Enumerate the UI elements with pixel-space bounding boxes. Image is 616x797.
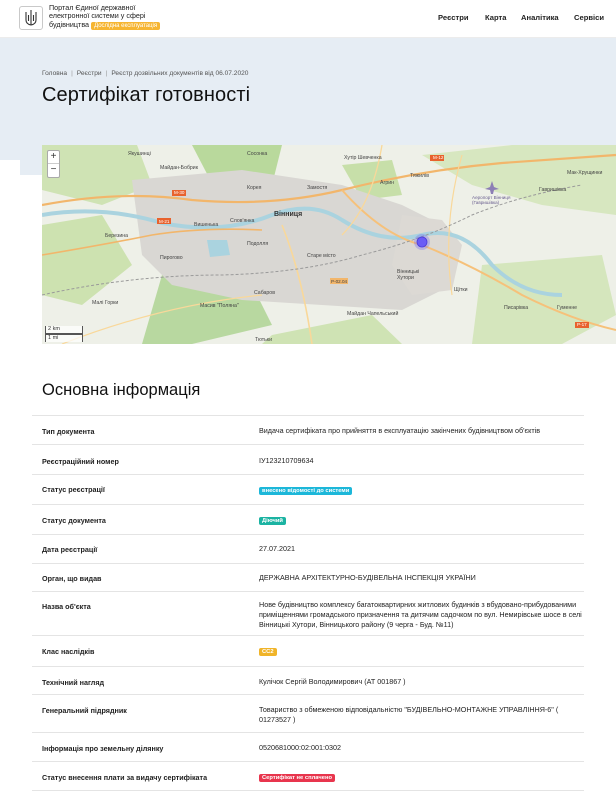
scale-mi: 1 mi bbox=[45, 334, 83, 342]
map-label: Замостя bbox=[307, 185, 328, 191]
nav-services[interactable]: Сервіси bbox=[574, 13, 604, 25]
table-row: Клас наслідків СС2 bbox=[32, 635, 584, 666]
map-label: Р-17 bbox=[577, 322, 587, 327]
row-value: Нове будівництво комплексу багатоквартир… bbox=[259, 600, 582, 629]
map-label: Тяжилів bbox=[410, 173, 429, 179]
map-label: Майдан-Бобрик bbox=[160, 165, 198, 171]
map-label: Старе місто bbox=[307, 253, 336, 259]
row-label: Інформація про земельну ділянку bbox=[42, 744, 164, 753]
row-label: Дата реєстрації bbox=[42, 545, 98, 554]
row-label: Клас наслідків bbox=[42, 647, 95, 656]
trident-icon bbox=[25, 10, 37, 26]
map-label: Якушинці bbox=[128, 151, 151, 157]
location-map[interactable]: Якушинці Сосонка Хутір Шевченка М-12 Май… bbox=[42, 145, 616, 344]
map-label: Слов'янка bbox=[230, 218, 255, 224]
breadcrumb-current: Реєстр дозвільних документів від 06.07.2… bbox=[111, 70, 249, 77]
row-value: Кулічок Сергій Володимирович (АТ 001867 … bbox=[259, 677, 406, 686]
row-value: 0520681000:02:001:0302 bbox=[259, 743, 341, 752]
map-label: М-30 bbox=[174, 190, 185, 195]
map-label: Сабаров bbox=[254, 290, 275, 296]
map-scale: 2 km 1 mi bbox=[45, 326, 83, 342]
row-label: Статус документа bbox=[42, 516, 106, 525]
payment-status-badge: Сертифікат не сплачено bbox=[259, 774, 335, 782]
map-label: Майдан Чапельський bbox=[347, 311, 399, 317]
site-header: Портал Єдиної державної електронної сист… bbox=[0, 0, 616, 38]
zoom-in-button[interactable]: + bbox=[48, 151, 59, 164]
nav-map[interactable]: Карта bbox=[485, 13, 506, 25]
table-row: Назва об'єкта Нове будівництво комплексу… bbox=[32, 591, 584, 635]
map-label: Вінницькі Хутори bbox=[397, 269, 420, 281]
map-label: Вінниця bbox=[274, 211, 303, 218]
row-value: Товариство з обмеженою відповідальністю … bbox=[259, 705, 559, 724]
row-label: Реєстраційний номер bbox=[42, 457, 119, 466]
map-label: Подолля bbox=[247, 241, 269, 247]
row-value: ІУ123210709634 bbox=[259, 456, 314, 465]
scale-km: 2 km bbox=[45, 326, 83, 334]
map-label: Пирогово bbox=[160, 255, 183, 261]
nav-registries[interactable]: Реєстри bbox=[438, 13, 469, 25]
table-row: Статус внесення плати за видачу сертифік… bbox=[32, 761, 584, 791]
nav-analytics[interactable]: Аналітика bbox=[521, 13, 559, 25]
row-label: Генеральний підрядник bbox=[42, 706, 127, 715]
row-value: Видача сертифіката про прийняття в експл… bbox=[259, 426, 541, 435]
map-label: Малі Горки bbox=[92, 300, 119, 306]
breadcrumb-home[interactable]: Головна bbox=[42, 70, 67, 77]
table-row: Реєстраційний номер ІУ123210709634 bbox=[32, 444, 584, 474]
map-label: Щітки bbox=[454, 287, 468, 293]
map-label: М-12 bbox=[433, 155, 444, 160]
brand-line-3: будівництва bbox=[49, 19, 90, 29]
beta-badge: Дослідна експлуатація bbox=[91, 21, 161, 30]
map-label: Масив "Поляна" bbox=[200, 303, 239, 309]
ukraine-trident-logo[interactable] bbox=[19, 6, 43, 30]
map-label: М-21 bbox=[159, 219, 170, 224]
row-value: ДЕРЖАВНА АРХІТЕКТУРНО-БУДІВЕЛЬНА ІНСПЕКЦ… bbox=[259, 573, 476, 582]
breadcrumb-registries[interactable]: Реєстри bbox=[77, 70, 102, 77]
row-label: Орган, що видав bbox=[42, 574, 102, 583]
table-row: Технічний нагляд Кулічок Сергій Володими… bbox=[32, 666, 584, 694]
section-title: Основна інформація bbox=[42, 381, 201, 399]
row-label: Технічний нагляд bbox=[42, 678, 105, 687]
document-status-badge: Діючий bbox=[259, 517, 286, 525]
map-label: Гавришівка bbox=[539, 187, 567, 193]
map-label: Тютьки bbox=[255, 337, 272, 343]
map-label: Гуменне bbox=[557, 305, 578, 311]
map-label: Корея bbox=[247, 185, 262, 191]
map-labels: Якушинці Сосонка Хутір Шевченка М-12 Май… bbox=[42, 145, 616, 344]
brand-name[interactable]: Портал Єдиної державної електронної сист… bbox=[49, 3, 189, 30]
map-label: Вишенька bbox=[194, 222, 219, 228]
map-label: Писарівка bbox=[504, 305, 529, 311]
map-zoom-control: + − bbox=[47, 150, 60, 178]
map-label: Березина bbox=[105, 233, 128, 239]
table-row: Тип документа Видача сертифіката про при… bbox=[32, 415, 584, 444]
row-value: 27.07.2021 bbox=[259, 544, 295, 553]
breadcrumb: Головна | Реєстри | Реєстр дозвільних докуме… bbox=[42, 70, 249, 77]
table-row: Дата реєстрації 27.07.2021 bbox=[32, 534, 584, 563]
row-label: Статус реєстрації bbox=[42, 485, 105, 494]
row-label: Статус внесення плати за видачу сертифік… bbox=[42, 773, 208, 782]
map-label: Р-02.04 bbox=[331, 279, 348, 284]
row-label: Тип документа bbox=[42, 427, 95, 436]
table-row: Інформація про земельну ділянку 05206810… bbox=[32, 732, 584, 761]
zoom-out-button[interactable]: − bbox=[48, 164, 59, 177]
consequence-class-badge: СС2 bbox=[259, 648, 277, 656]
row-label: Назва об'єкта bbox=[42, 602, 91, 611]
table-row: Статус документа Діючий bbox=[32, 504, 584, 534]
table-row: Генеральний підрядник Товариство з обмеж… bbox=[32, 694, 584, 732]
page-title: Сертифікат готовності bbox=[42, 84, 251, 106]
map-label: Сосонка bbox=[247, 151, 268, 157]
table-row: Орган, що видав ДЕРЖАВНА АРХІТЕКТУРНО-БУ… bbox=[32, 563, 584, 591]
table-row: Статус реєстрації внесено відомості до с… bbox=[32, 474, 584, 504]
map-label: Мак-Хрущинки bbox=[567, 170, 603, 176]
map-label: Аеропорт Вінниця (Гавришівка) bbox=[472, 195, 511, 205]
registration-status-badge: внесено відомості до системи bbox=[259, 487, 353, 495]
map-label: Агрин bbox=[380, 180, 394, 186]
map-label: Хутір Шевченка bbox=[344, 155, 382, 161]
